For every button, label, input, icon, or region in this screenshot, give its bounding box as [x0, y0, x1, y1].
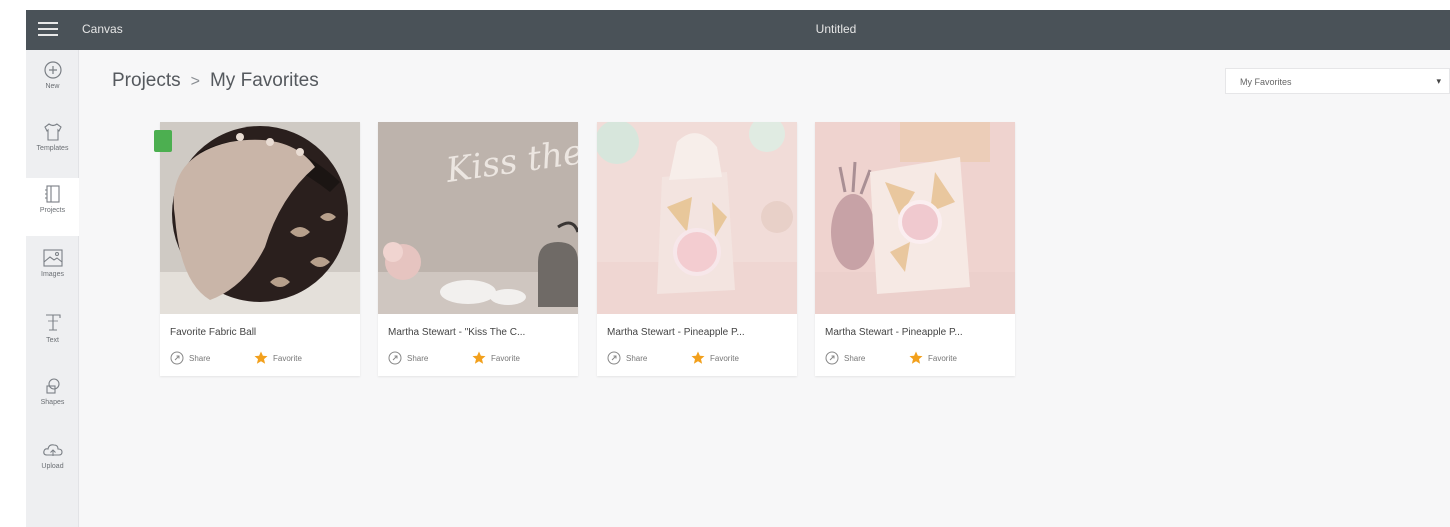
breadcrumb-current: My Favorites — [209, 70, 319, 91]
project-thumbnail[interactable] — [597, 122, 797, 314]
sidebar-item-text[interactable]: Text — [26, 306, 79, 364]
sidebar-item-label: New — [45, 83, 60, 90]
star-icon — [254, 351, 268, 364]
share-label: Share — [407, 353, 429, 363]
sidebar-item-shapes[interactable]: Shapes — [26, 370, 79, 428]
share-icon — [825, 351, 839, 365]
badge-icon — [154, 130, 172, 152]
project-title: Favorite Fabric Ball — [170, 327, 257, 338]
filter-dropdown-value: My Favorites — [1240, 77, 1292, 87]
share-icon — [388, 351, 402, 365]
share-label: Share — [844, 353, 866, 363]
main-content: Projects > My Favorites My Favorites ▾ F… — [80, 50, 1450, 527]
upload-icon — [42, 444, 63, 456]
project-thumbnail[interactable] — [160, 122, 360, 314]
share-icon — [170, 351, 184, 365]
top-bar: Canvas Untitled — [26, 10, 1450, 50]
sidebar-item-new[interactable]: New — [26, 54, 79, 112]
favorite-button[interactable]: Favorite — [909, 350, 957, 366]
shapes-icon — [45, 378, 60, 394]
shirt-icon — [43, 123, 62, 141]
app-frame: Canvas Untitled New Templates Projects I… — [26, 10, 1450, 527]
favorite-button[interactable]: Favorite — [472, 350, 520, 366]
filter-dropdown[interactable]: My Favorites ▾ — [1225, 68, 1450, 94]
share-button[interactable]: Share — [170, 350, 210, 366]
sidebar-item-upload[interactable]: Upload — [26, 434, 79, 492]
sidebar-item-label: Templates — [36, 145, 69, 152]
breadcrumb: Projects > My Favorites — [112, 70, 319, 92]
share-label: Share — [189, 353, 211, 363]
project-card[interactable]: Favorite Fabric Ball Share Favorite — [154, 122, 360, 376]
project-card[interactable]: Kiss the cook Martha Stewart - "Kiss The… — [378, 122, 578, 376]
notebook-icon — [44, 185, 60, 203]
breadcrumb-projects-link[interactable]: Projects — [112, 70, 181, 91]
share-icon — [607, 351, 621, 365]
sidebar-item-projects[interactable]: Projects — [26, 178, 79, 236]
favorite-button[interactable]: Favorite — [691, 350, 739, 366]
chevron-down-icon: ▾ — [1436, 76, 1441, 86]
sidebar: New Templates Projects Images Text Shape… — [26, 50, 79, 527]
sidebar-item-label: Text — [46, 337, 59, 344]
plus-circle-icon — [43, 61, 62, 79]
sidebar-item-label: Shapes — [40, 399, 65, 406]
project-title: Martha Stewart - Pineapple P... — [825, 327, 963, 338]
favorite-label: Favorite — [491, 353, 520, 363]
image-icon — [42, 249, 63, 267]
favorite-label: Favorite — [710, 353, 739, 363]
share-label: Share — [626, 353, 648, 363]
favorite-label: Favorite — [928, 353, 957, 363]
project-title: Martha Stewart - Pineapple P... — [607, 327, 745, 338]
share-button[interactable]: Share — [825, 350, 865, 366]
sidebar-item-templates[interactable]: Templates — [26, 116, 79, 174]
sidebar-item-label: Images — [41, 271, 64, 278]
breadcrumb-separator: > — [190, 73, 200, 90]
project-card[interactable]: Martha Stewart - Pineapple P... Share Fa… — [815, 122, 1015, 376]
star-icon — [909, 351, 923, 364]
project-title: Martha Stewart - "Kiss The C... — [388, 327, 526, 338]
project-thumbnail[interactable]: Kiss the cook — [378, 122, 578, 314]
text-icon — [45, 314, 61, 331]
star-icon — [691, 351, 705, 364]
share-button[interactable]: Share — [388, 350, 428, 366]
star-icon — [472, 351, 486, 364]
sidebar-item-label: Projects — [39, 207, 66, 214]
project-card[interactable]: Martha Stewart - Pineapple P... Share Fa… — [597, 122, 797, 376]
favorite-button[interactable]: Favorite — [254, 350, 302, 366]
sidebar-item-images[interactable]: Images — [26, 242, 79, 300]
document-title: Untitled — [815, 22, 857, 36]
sidebar-item-label: Upload — [41, 463, 64, 470]
favorite-label: Favorite — [273, 353, 302, 363]
share-button[interactable]: Share — [607, 350, 647, 366]
project-thumbnail[interactable] — [815, 122, 1015, 314]
